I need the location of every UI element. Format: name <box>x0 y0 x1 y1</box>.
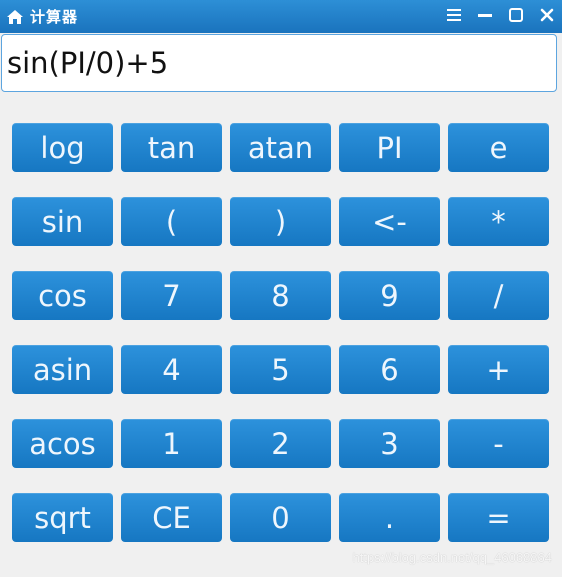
key-multiply[interactable]: * <box>448 197 549 246</box>
menu-button[interactable] <box>438 0 469 33</box>
key-cos[interactable]: cos <box>12 271 113 320</box>
key-minus[interactable]: - <box>448 419 549 468</box>
key-7[interactable]: 7 <box>121 271 222 320</box>
key-0[interactable]: 0 <box>230 493 331 542</box>
key-4[interactable]: 4 <box>121 345 222 394</box>
key-sin[interactable]: sin <box>12 197 113 246</box>
key-tan[interactable]: tan <box>121 123 222 172</box>
key-sqrt[interactable]: sqrt <box>12 493 113 542</box>
key-close-paren[interactable]: ) <box>230 197 331 246</box>
key-3[interactable]: 3 <box>339 419 440 468</box>
key-asin[interactable]: asin <box>12 345 113 394</box>
home-icon <box>6 9 24 25</box>
window-controls <box>438 0 562 33</box>
key-plus[interactable]: + <box>448 345 549 394</box>
key-backspace[interactable]: <- <box>339 197 440 246</box>
key-decimal[interactable]: . <box>339 493 440 542</box>
expression-display[interactable]: sin(PI/0)+5 <box>1 34 557 92</box>
maximize-icon <box>508 7 524 26</box>
key-open-paren[interactable]: ( <box>121 197 222 246</box>
window-title: 计算器 <box>30 8 79 26</box>
minimize-button[interactable] <box>469 0 500 33</box>
key-log[interactable]: log <box>12 123 113 172</box>
key-atan[interactable]: atan <box>230 123 331 172</box>
keypad: log tan atan PI e sin() <- * cos 7 8 9/ asin 4 5 6 + acos… <box>12 123 552 542</box>
title-group: 计算器 <box>0 6 78 27</box>
expression-text: sin(PI/0)+5 <box>7 46 169 80</box>
close-icon <box>539 7 555 26</box>
key-ce[interactable]: CE <box>121 493 222 542</box>
close-button[interactable] <box>531 0 562 33</box>
key-5[interactable]: 5 <box>230 345 331 394</box>
key-equals[interactable]: = <box>448 493 549 542</box>
minimize-icon <box>477 7 493 26</box>
title-bar: 计算器 <box>0 0 562 33</box>
key-8[interactable]: 8 <box>230 271 331 320</box>
key-9[interactable]: 9 <box>339 271 440 320</box>
key-acos[interactable]: acos <box>12 419 113 468</box>
key-pi[interactable]: PI <box>339 123 440 172</box>
key-1[interactable]: 1 <box>121 419 222 468</box>
menu-icon <box>446 7 462 26</box>
key-6[interactable]: 6 <box>339 345 440 394</box>
key-divide[interactable]: / <box>448 271 549 320</box>
maximize-button[interactable] <box>500 0 531 33</box>
key-e[interactable]: e <box>448 123 549 172</box>
key-2[interactable]: 2 <box>230 419 331 468</box>
watermark: https://blog.csdn.net/qq_46068864 <box>352 550 553 565</box>
